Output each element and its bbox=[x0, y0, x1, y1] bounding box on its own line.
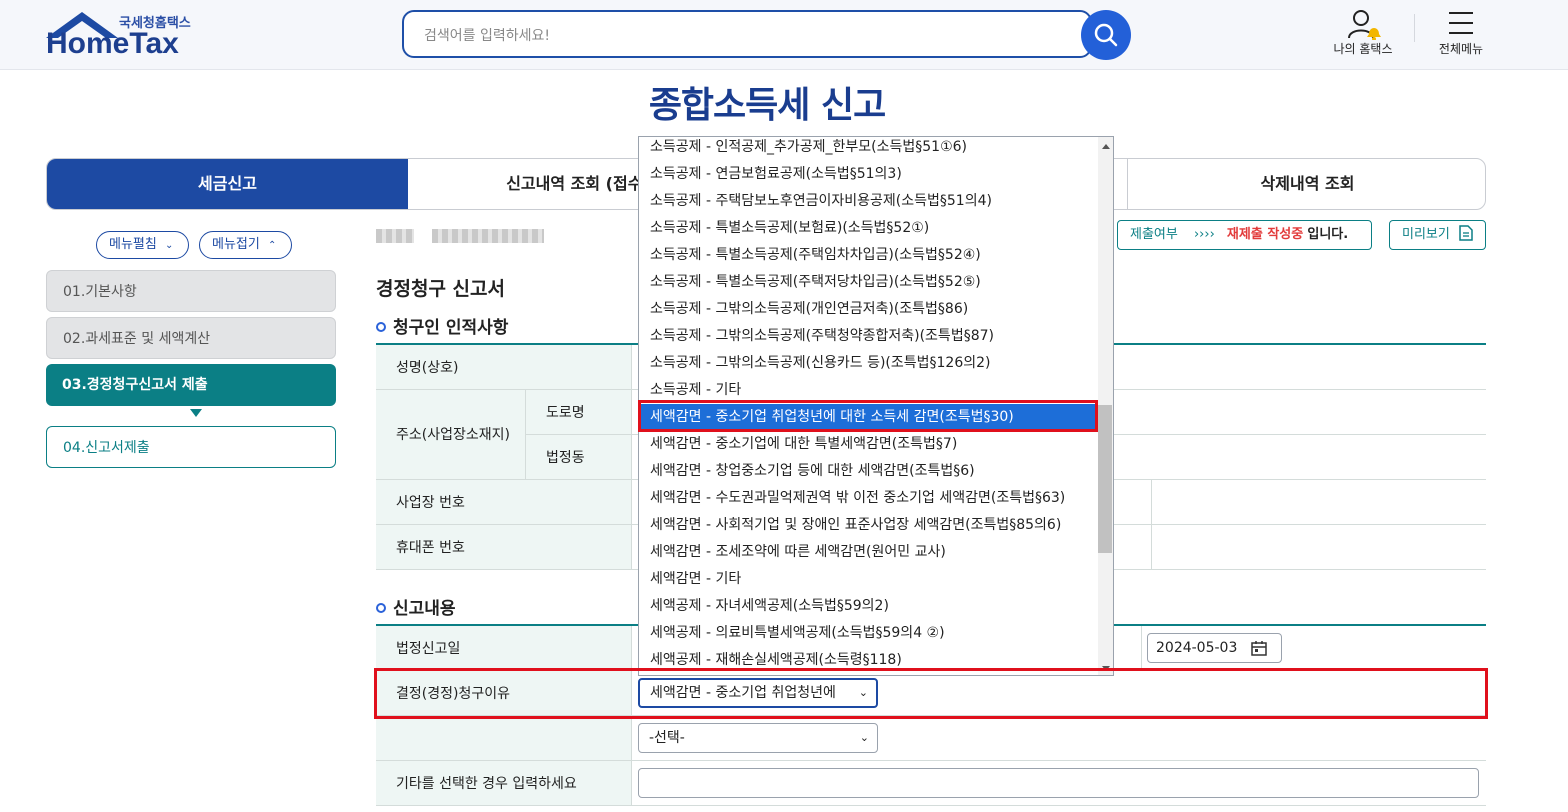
search-icon bbox=[1094, 23, 1118, 47]
form-title: 경정청구 신고서 bbox=[376, 278, 505, 300]
filing-date-label: 법정신고일 bbox=[376, 626, 632, 671]
my-hometax-button[interactable]: 나의 홈택스 bbox=[1326, 6, 1400, 57]
header-divider bbox=[1414, 14, 1415, 42]
menu-collapse-label: 메뉴접기 bbox=[212, 237, 260, 252]
step-tax-calculation[interactable]: 02.과세표준 및 세액계산 bbox=[46, 317, 336, 359]
preview-label: 미리보기 bbox=[1402, 227, 1450, 242]
my-hometax-label: 나의 홈택스 bbox=[1333, 42, 1393, 56]
document-icon bbox=[1459, 225, 1473, 241]
dropdown-option[interactable]: 소득공제 - 연금보험료공제(소득법§51의3) bbox=[639, 161, 1098, 188]
step-correction-claim[interactable]: 03.경정청구신고서 제출 bbox=[46, 364, 336, 406]
scroll-up-icon[interactable] bbox=[1098, 139, 1114, 153]
phone-label: 휴대폰 번호 bbox=[376, 525, 632, 570]
menu-expand-button[interactable]: 메뉴펼침 ⌄ bbox=[96, 231, 189, 259]
dropdown-option[interactable]: 소득공제 - 그밖의소득공제(신용카드 등)(조특법§126의2) bbox=[639, 350, 1098, 377]
top-header: 국세청홈택스 HomeTax 검색어를 입력하세요! 나의 홈택스 전체메뉴 bbox=[0, 0, 1568, 70]
section-claimant-header: 청구인 인적사항 bbox=[376, 313, 508, 338]
status-suffix: 입니다. bbox=[1307, 227, 1349, 242]
dropdown-option[interactable]: 소득공제 - 특별소득공제(보험료)(소득법§52①) bbox=[639, 215, 1098, 242]
menu-collapse-button[interactable]: 메뉴접기 ⌃ bbox=[199, 231, 292, 259]
calendar-icon[interactable] bbox=[1251, 640, 1267, 656]
section-filing-title: 신고내용 bbox=[393, 599, 456, 619]
logo-wordmark: HomeTax bbox=[46, 27, 179, 60]
reason2-label bbox=[376, 716, 632, 761]
phone-extra bbox=[1152, 525, 1486, 570]
chevron-down-icon: ⌄ bbox=[164, 240, 174, 251]
hometax-logo[interactable]: 국세청홈택스 HomeTax bbox=[44, 10, 204, 62]
road-address-label: 도로명 bbox=[526, 390, 632, 435]
dropdown-option[interactable]: 세액감면 - 사회적기업 및 장애인 표준사업장 세액감면(조특법§85의6) bbox=[639, 512, 1098, 539]
dropdown-option[interactable]: 세액공제 - 의료비특별세액공제(소득법§59의4 ②) bbox=[639, 620, 1098, 647]
status-label: 제출여부 bbox=[1130, 227, 1178, 242]
status-state: 재제출 작성중 bbox=[1226, 227, 1304, 242]
dropdown-option[interactable]: 소득공제 - 그밖의소득공제(주택청약종합저축)(조특법§87) bbox=[639, 323, 1098, 350]
dropdown-option[interactable]: 소득공제 - 주택담보노후연금이자비용공제(소득법§51의4) bbox=[639, 188, 1098, 215]
submission-status: 제출여부 ›››› 재제출 작성중 입니다. bbox=[1117, 220, 1372, 250]
lot-address-label: 법정동 bbox=[526, 435, 632, 480]
search-placeholder: 검색어를 입력하세요! bbox=[424, 28, 550, 44]
dropdown-option[interactable]: 세액감면 - 기타 bbox=[639, 566, 1098, 593]
highlight-reason-row bbox=[374, 668, 1488, 719]
step-basic-info[interactable]: 01.기본사항 bbox=[46, 270, 336, 312]
dropdown-option[interactable]: 세액공제 - 자녀세액공제(소득법§59의2) bbox=[639, 593, 1098, 620]
dropdown-option[interactable]: 세액감면 - 창업중소기업 등에 대한 세액감면(조특법§6) bbox=[639, 458, 1098, 485]
other-reason-input[interactable] bbox=[638, 768, 1479, 798]
dropdown-option[interactable]: 소득공제 - 그밖의소득공제(개인연금저축)(조특법§86) bbox=[639, 296, 1098, 323]
dropdown-option[interactable]: 세액감면 - 중소기업에 대한 특별세액감면(조특법§7) bbox=[639, 431, 1098, 458]
redacted-info bbox=[376, 229, 414, 243]
other-label: 기타를 선택한 경우 입력하세요 bbox=[376, 761, 632, 806]
bullet-icon bbox=[376, 322, 386, 332]
reason2-select-value: -선택- bbox=[649, 730, 685, 746]
section-claimant-title: 청구인 인적사항 bbox=[393, 318, 509, 338]
step-submit[interactable]: 04.신고서제출 bbox=[46, 426, 336, 468]
filing-date-input[interactable]: 2024-05-03 bbox=[1147, 633, 1282, 663]
page-title: 종합소득세 신고 bbox=[648, 85, 886, 126]
search-input[interactable]: 검색어를 입력하세요! bbox=[402, 10, 1092, 58]
filing-date-value: 2024-05-03 bbox=[1156, 640, 1238, 656]
search-button[interactable] bbox=[1081, 10, 1131, 60]
section-filing-header: 신고내용 bbox=[376, 594, 456, 619]
redacted-info bbox=[432, 229, 544, 243]
user-bell-icon bbox=[1348, 10, 1381, 40]
business-number-extra bbox=[1152, 480, 1486, 525]
dropdown-option[interactable]: 세액감면 - 수도권과밀억제권역 밖 이전 중소기업 세액감면(조특법§63) bbox=[639, 485, 1098, 512]
tab-tax-filing[interactable]: 세금신고 bbox=[47, 159, 408, 209]
menu-expand-label: 메뉴펼침 bbox=[109, 237, 157, 252]
tab-deleted-history[interactable]: 삭제내역 조회 bbox=[1127, 159, 1485, 209]
all-menu-label: 전체메뉴 bbox=[1438, 42, 1484, 56]
dropdown-option[interactable]: 세액감면 - 조세조약에 따른 세액감면(원어민 교사) bbox=[639, 539, 1098, 566]
all-menu-button[interactable]: 전체메뉴 bbox=[1430, 6, 1492, 57]
reason2-select[interactable]: -선택- ⌄ bbox=[638, 723, 878, 753]
hamburger-menu-icon bbox=[1449, 12, 1473, 34]
dropdown-option[interactable]: 소득공제 - 특별소득공제(주택임차차입금)(소득법§52④) bbox=[639, 242, 1098, 269]
highlight-selected-option bbox=[638, 400, 1098, 432]
step-arrow-icon bbox=[190, 409, 202, 417]
bullet-icon bbox=[376, 603, 386, 613]
dropdown-option[interactable]: 소득공제 - 특별소득공제(주택저당차입금)(소득법§52⑤) bbox=[639, 269, 1098, 296]
business-number-label: 사업장 번호 bbox=[376, 480, 632, 525]
chevron-up-icon: ⌃ bbox=[267, 240, 277, 251]
status-arrows: ›››› bbox=[1193, 227, 1215, 242]
address-label: 주소(사업장소재지) bbox=[376, 390, 526, 480]
chevron-down-icon: ⌄ bbox=[859, 731, 869, 744]
dropdown-scrollbar-thumb[interactable] bbox=[1098, 405, 1112, 553]
preview-button[interactable]: 미리보기 bbox=[1389, 220, 1486, 250]
dropdown-option[interactable]: 소득공제 - 인적공제_추가공제_한부모(소득법§51①6) bbox=[639, 137, 1098, 161]
name-label: 성명(상호) bbox=[376, 345, 632, 390]
